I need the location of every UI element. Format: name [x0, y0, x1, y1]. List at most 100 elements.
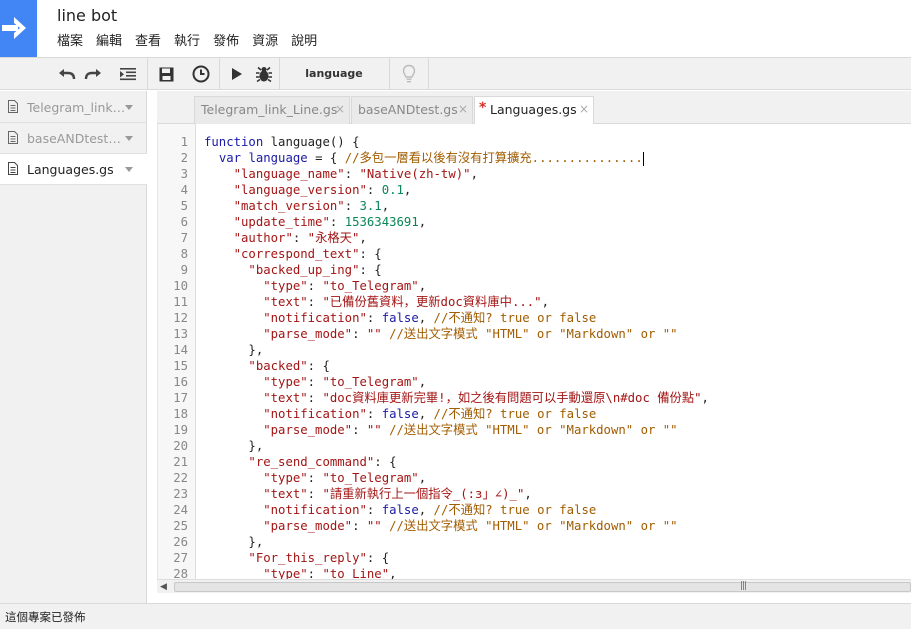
code-line[interactable]: 19 "parse_mode": "" //送出文字模式 "HTML" or "…: [158, 422, 677, 438]
line-number: 23: [173, 487, 188, 501]
code-line[interactable]: 28 "type": "to_Line",: [158, 566, 396, 579]
chevron-down-icon[interactable]: [125, 105, 133, 110]
code-line[interactable]: 22 "type": "to_Telegram",: [158, 470, 426, 486]
menu-file[interactable]: 檔案: [51, 33, 90, 51]
code-line[interactable]: 14 },: [158, 342, 263, 358]
line-code: "backed": {: [204, 358, 329, 374]
tab-telegram-link-line[interactable]: Telegram_link_Line.gs ×: [194, 96, 350, 124]
scroll-left-icon[interactable]: ◀: [160, 582, 167, 592]
menu-edit[interactable]: 編輯: [90, 33, 129, 51]
code-line[interactable]: 20 },: [158, 438, 263, 454]
code-token: ,: [389, 567, 397, 579]
menu-resources[interactable]: 資源: [246, 33, 285, 51]
code-line[interactable]: 15 "backed": {: [158, 358, 330, 374]
indent-button[interactable]: [115, 59, 141, 89]
line-number: 16: [173, 375, 188, 389]
file-name: baseANDtest…: [27, 131, 121, 146]
code-token: "": [366, 519, 382, 533]
line-code: },: [204, 534, 263, 550]
sidebar-file-baseandtest[interactable]: baseANDtest…: [0, 123, 147, 154]
bug-icon: [256, 66, 272, 83]
line-number: 4: [180, 183, 188, 197]
code-editor[interactable]: 1 function language() {2 var language = {…: [157, 124, 911, 579]
menu-help[interactable]: 說明: [285, 33, 324, 51]
execution-hints-button[interactable]: [396, 59, 422, 89]
code-line[interactable]: 12 "notification": false, //不通知? true or…: [158, 310, 596, 326]
code-token: ,: [359, 231, 367, 245]
line-number: 28: [173, 567, 188, 579]
redo-icon: [84, 69, 101, 80]
code-line[interactable]: 26 },: [158, 534, 263, 550]
code-line[interactable]: 11 "text": "已備份舊資料，更新doc資料庫中...",: [158, 294, 549, 310]
run-button[interactable]: [226, 59, 248, 89]
menu-view[interactable]: 查看: [129, 33, 168, 51]
code-line[interactable]: 5 "match_version": 3.1,: [158, 198, 390, 214]
menu-publish[interactable]: 發佈: [207, 33, 246, 51]
code-line[interactable]: 9 "backed_up_ing": {: [158, 262, 382, 278]
clock-icon: [192, 65, 210, 83]
debug-button[interactable]: [252, 59, 276, 89]
close-icon[interactable]: ×: [458, 102, 468, 116]
code-line[interactable]: 21 "re_send_command": {: [158, 454, 396, 470]
horizontal-scrollbar[interactable]: ◀ |||: [157, 579, 911, 593]
code-line[interactable]: 18 "notification": false, //不通知? true or…: [158, 406, 596, 422]
code-line[interactable]: 25 "parse_mode": "" //送出文字模式 "HTML" or "…: [158, 518, 677, 534]
code-line[interactable]: 7 "author": "永格天",: [158, 230, 367, 246]
function-select[interactable]: language: [279, 59, 389, 89]
close-icon[interactable]: ×: [579, 102, 589, 116]
code-line[interactable]: 16 "type": "to_Telegram",: [158, 374, 426, 390]
triggers-button[interactable]: [188, 59, 214, 89]
editor-tabbar: Telegram_link_Line.gs × baseANDtest.gs ×…: [157, 91, 911, 125]
code-line[interactable]: 8 "correspond_text": {: [158, 246, 382, 262]
code-token: 0.1: [381, 183, 404, 197]
code-token: "請重新執行上一個指令_(:з」∠)_": [322, 487, 525, 501]
scrollbar-thumb[interactable]: |||: [174, 581, 911, 592]
code-token: ,: [381, 199, 390, 213]
line-code: "parse_mode": "" //送出文字模式 "HTML" or "Mar…: [204, 422, 677, 438]
tab-languages[interactable]: * Languages.gs ×: [474, 96, 594, 125]
redo-button[interactable]: [81, 59, 105, 89]
code-line[interactable]: 27 "For_this_reply": {: [158, 550, 389, 566]
tab-baseandtest[interactable]: baseANDtest.gs ×: [351, 96, 473, 124]
code-line[interactable]: 2 var language = { //多包一層看以後有沒有打算擴充.....…: [158, 150, 644, 166]
code-line[interactable]: 23 "text": "請重新執行上一個指令_(:з」∠)_",: [158, 486, 532, 502]
code-line[interactable]: 6 "update_time": 1536343691,: [158, 214, 427, 230]
code-token: //多包一層看以後有沒有打算擴充...............: [344, 151, 643, 165]
code-line[interactable]: 1 function language() {: [158, 134, 360, 150]
code-line[interactable]: 4 "language_version": 0.1,: [158, 182, 412, 198]
code-token: language: [248, 151, 308, 165]
close-icon[interactable]: ×: [335, 102, 345, 116]
code-token: ,: [418, 311, 434, 325]
sidebar-file-languages[interactable]: Languages.gs: [0, 154, 147, 185]
code-token: function: [204, 135, 271, 149]
code-line[interactable]: 24 "notification": false, //不通知? true or…: [158, 502, 596, 518]
save-button[interactable]: [153, 59, 179, 89]
undo-button[interactable]: [55, 59, 79, 89]
line-code: "type": "to_Telegram",: [204, 374, 426, 390]
chevron-down-icon[interactable]: [125, 136, 133, 141]
code-token: "doc資料庫更新完畢!，如之後有問題可以手動還原\n#doc 備份點": [322, 391, 702, 405]
code-token: "to_Telegram": [322, 471, 419, 485]
code-token: :: [307, 375, 323, 389]
code-line[interactable]: 10 "type": "to_Telegram",: [158, 278, 426, 294]
code-line[interactable]: 3 "language_name": "Native(zh-tw)",: [158, 166, 478, 182]
code-token: //不通知? true or false: [433, 311, 597, 325]
project-title[interactable]: line bot: [57, 6, 117, 25]
code-line[interactable]: 13 "parse_mode": "" //送出文字模式 "HTML" or "…: [158, 326, 677, 342]
menu-run[interactable]: 執行: [168, 33, 207, 51]
chevron-down-icon[interactable]: [125, 167, 133, 172]
sidebar-file-telegram-link[interactable]: Telegram_link…: [0, 92, 147, 123]
code-token: "parse_mode": [263, 327, 353, 341]
code-token: : {: [374, 455, 397, 469]
code-token: "notification": [263, 503, 367, 517]
apps-script-logo[interactable]: [0, 0, 37, 57]
code-token: "author": [233, 231, 293, 245]
indent-icon: [120, 68, 136, 81]
code-token: "notification": [263, 311, 367, 325]
code-token: "type": [263, 279, 308, 293]
code-line[interactable]: 17 "text": "doc資料庫更新完畢!，如之後有問題可以手動還原\n#d…: [158, 390, 709, 406]
